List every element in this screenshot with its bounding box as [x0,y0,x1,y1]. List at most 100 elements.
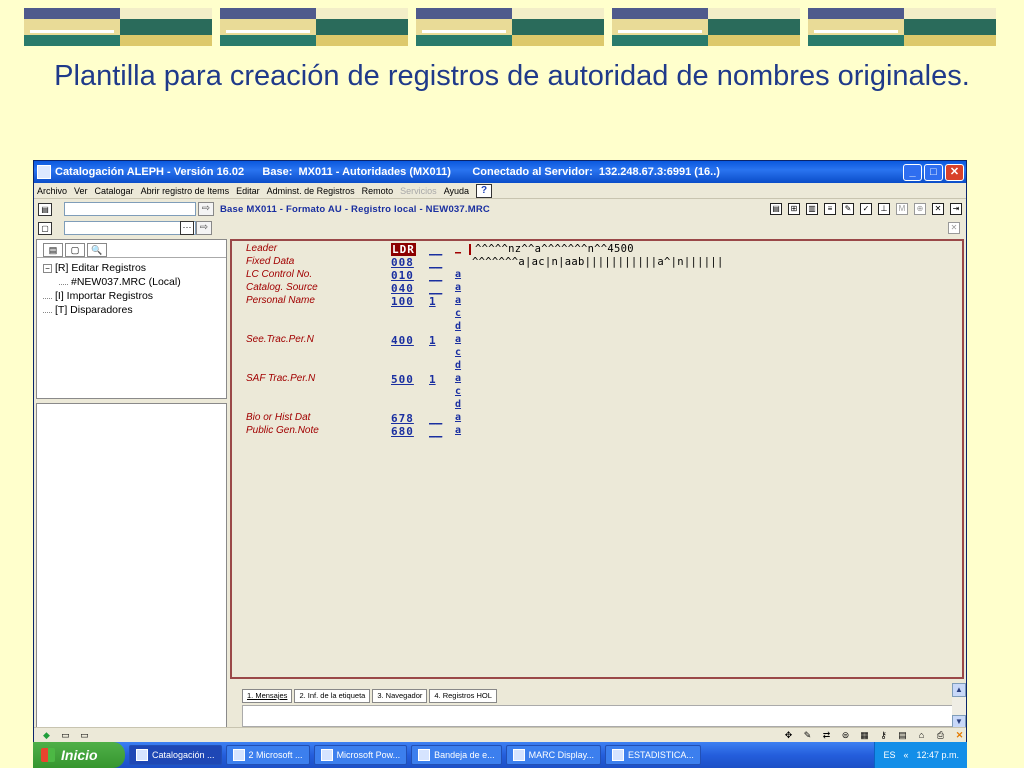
book-icon[interactable]: ▥ [806,203,818,215]
task-bandeja[interactable]: Bandeja de e... [411,745,502,765]
maximize-button[interactable]: □ [924,163,943,181]
field-indicator[interactable]: 1 [429,295,436,308]
menu-editar[interactable]: Editar [236,186,260,196]
go-arrow-button[interactable]: ⇨ [198,202,214,216]
field-tag[interactable]: 010 [391,269,414,282]
tree-node-record[interactable]: #NEW037.MRC (Local) [43,275,226,289]
database-icon[interactable]: ⊜ [839,730,852,742]
menu-adminst-registros[interactable]: Adminst. de Registros [267,186,355,196]
print-icon[interactable]: ⎙ [934,730,947,742]
subfield-d[interactable]: d [455,360,461,371]
tab-records-icon[interactable]: ▤ [43,243,63,257]
task-estadistica[interactable]: ESTADISTICA... [605,745,701,765]
field-indicator[interactable]: __ [429,256,442,269]
collapse-icon[interactable]: − [43,263,52,273]
home-icon[interactable]: ⌂ [915,730,928,742]
field-indicator[interactable]: 1 [429,334,436,347]
subfield-c[interactable]: c [455,386,461,397]
window-titlebar[interactable]: Catalogación ALEPH - Versión 16.02 Base:… [34,161,966,183]
menu-catalogar[interactable]: Catalogar [95,186,134,196]
tab-mensajes[interactable]: 1. Mensajes [242,689,293,703]
menu-archivo[interactable]: Archivo [37,186,67,196]
minimize-button[interactable]: _ [903,163,922,181]
subfield-a[interactable]: a [455,334,461,345]
task-catalogacion[interactable]: Catalogación ... [129,745,222,765]
new-record-icon[interactable]: ▤ [770,203,782,215]
field-tag[interactable]: 680 [391,425,414,438]
diamond-icon[interactable]: ◆ [40,730,53,742]
field-indicator[interactable]: __ [429,425,442,438]
field-value[interactable]: ^^^^^^^a|ac|n|aab|||||||||||a^|n|||||| [472,256,724,268]
key-icon[interactable]: ⚷ [877,730,890,742]
tree-node-importar[interactable]: [I] Importar Registros [43,289,226,303]
edit-record-icon[interactable]: ✎ [842,203,854,215]
close-button[interactable]: ✕ [945,163,964,181]
folder-icon[interactable]: ▭ [59,730,72,742]
pencil-icon[interactable]: ✎ [801,730,814,742]
task-powerpoint[interactable]: Microsoft Pow... [313,745,408,765]
field-indicator[interactable]: __ [429,412,442,425]
go-arrow-button-2[interactable]: ⇨ [196,221,212,235]
cancel-icon[interactable]: ✕ [932,203,944,215]
nav-icon[interactable]: ✥ [782,730,795,742]
subfield-c[interactable]: c [455,347,461,358]
vertical-scrollbar[interactable]: ▲ ▼ [952,683,966,729]
field-indicator[interactable]: __ [429,282,442,295]
split-icon[interactable]: ⊥ [878,203,890,215]
menu-ayuda[interactable]: Ayuda [444,186,469,196]
tree-node-editar[interactable]: − [R] Editar Registros [43,261,226,275]
tray-arrow-icon[interactable]: « [903,750,908,760]
tab-search-icon[interactable]: 🔍 [87,243,107,257]
tab-navegador[interactable]: 3. Navegador [372,689,428,703]
field-tag[interactable]: 100 [391,295,414,308]
subfield-a[interactable]: a [455,373,461,384]
subfield-a[interactable]: a [455,282,461,293]
subfield-a[interactable]: a [455,295,461,306]
window-icon[interactable]: ▢ [38,221,52,235]
field-tag[interactable]: 500 [391,373,414,386]
subfield-a[interactable]: a [455,269,461,280]
list-icon[interactable]: ≡ [824,203,836,215]
menu-abrir-registro-items[interactable]: Abrir registro de Items [141,186,230,196]
field-tag[interactable]: LDR [391,243,416,256]
subfield-d[interactable]: d [455,399,461,410]
check-icon[interactable]: ✓ [860,203,872,215]
subfield-d[interactable]: d [455,321,461,332]
record-list-icon[interactable]: ▤ [38,202,52,216]
secondary-combo[interactable] [64,221,196,235]
printer-icon[interactable]: ▤ [896,730,909,742]
field-tag[interactable]: 678 [391,412,414,425]
subfield-c[interactable]: c [455,308,461,319]
message-area[interactable] [242,705,954,727]
folder-open-icon[interactable]: ▭ [78,730,91,742]
task-marc-display[interactable]: MARC Display... [505,745,601,765]
link-icon[interactable]: ⇄ [820,730,833,742]
subfield-a[interactable]: a [455,412,461,423]
tree-node-disparadores[interactable]: [T] Disparadores [43,303,226,317]
language-indicator[interactable]: ES [883,750,895,760]
field-indicator[interactable]: __ [429,269,442,282]
subfield-a[interactable]: a [455,425,461,436]
close-x-icon[interactable]: ✕ [953,730,966,742]
tab-registros-hol[interactable]: 4. Registros HOL [429,689,497,703]
tab-inf-etiqueta[interactable]: 2. Inf. de la etiqueta [294,689,371,703]
field-indicator[interactable]: 1 [429,373,436,386]
menu-remoto[interactable]: Remoto [362,186,394,196]
scroll-up-icon[interactable]: ▲ [952,683,966,697]
exit-icon[interactable]: ⇥ [950,203,962,215]
search-combo[interactable] [64,202,196,216]
menu-ver[interactable]: Ver [74,186,88,196]
tab-window-icon[interactable]: ▢ [65,243,85,257]
browse-dots-button[interactable]: ··· [180,221,194,235]
tree-icon[interactable]: ⊞ [788,203,800,215]
help-icon[interactable]: ? [476,183,493,198]
task-word[interactable]: 2 Microsoft ... [225,745,310,765]
start-button[interactable]: Inicio [33,742,125,768]
table-icon[interactable]: ▦ [858,730,871,742]
field-tag[interactable]: 040 [391,282,414,295]
field-subfield[interactable]: _ [455,243,461,254]
field-tag[interactable]: 400 [391,334,414,347]
clock[interactable]: 12:47 p.m. [916,750,959,760]
field-value[interactable]: ^^^^^nz^^a^^^^^^^n^^4500 [475,243,634,255]
field-tag[interactable]: 008 [391,256,414,269]
